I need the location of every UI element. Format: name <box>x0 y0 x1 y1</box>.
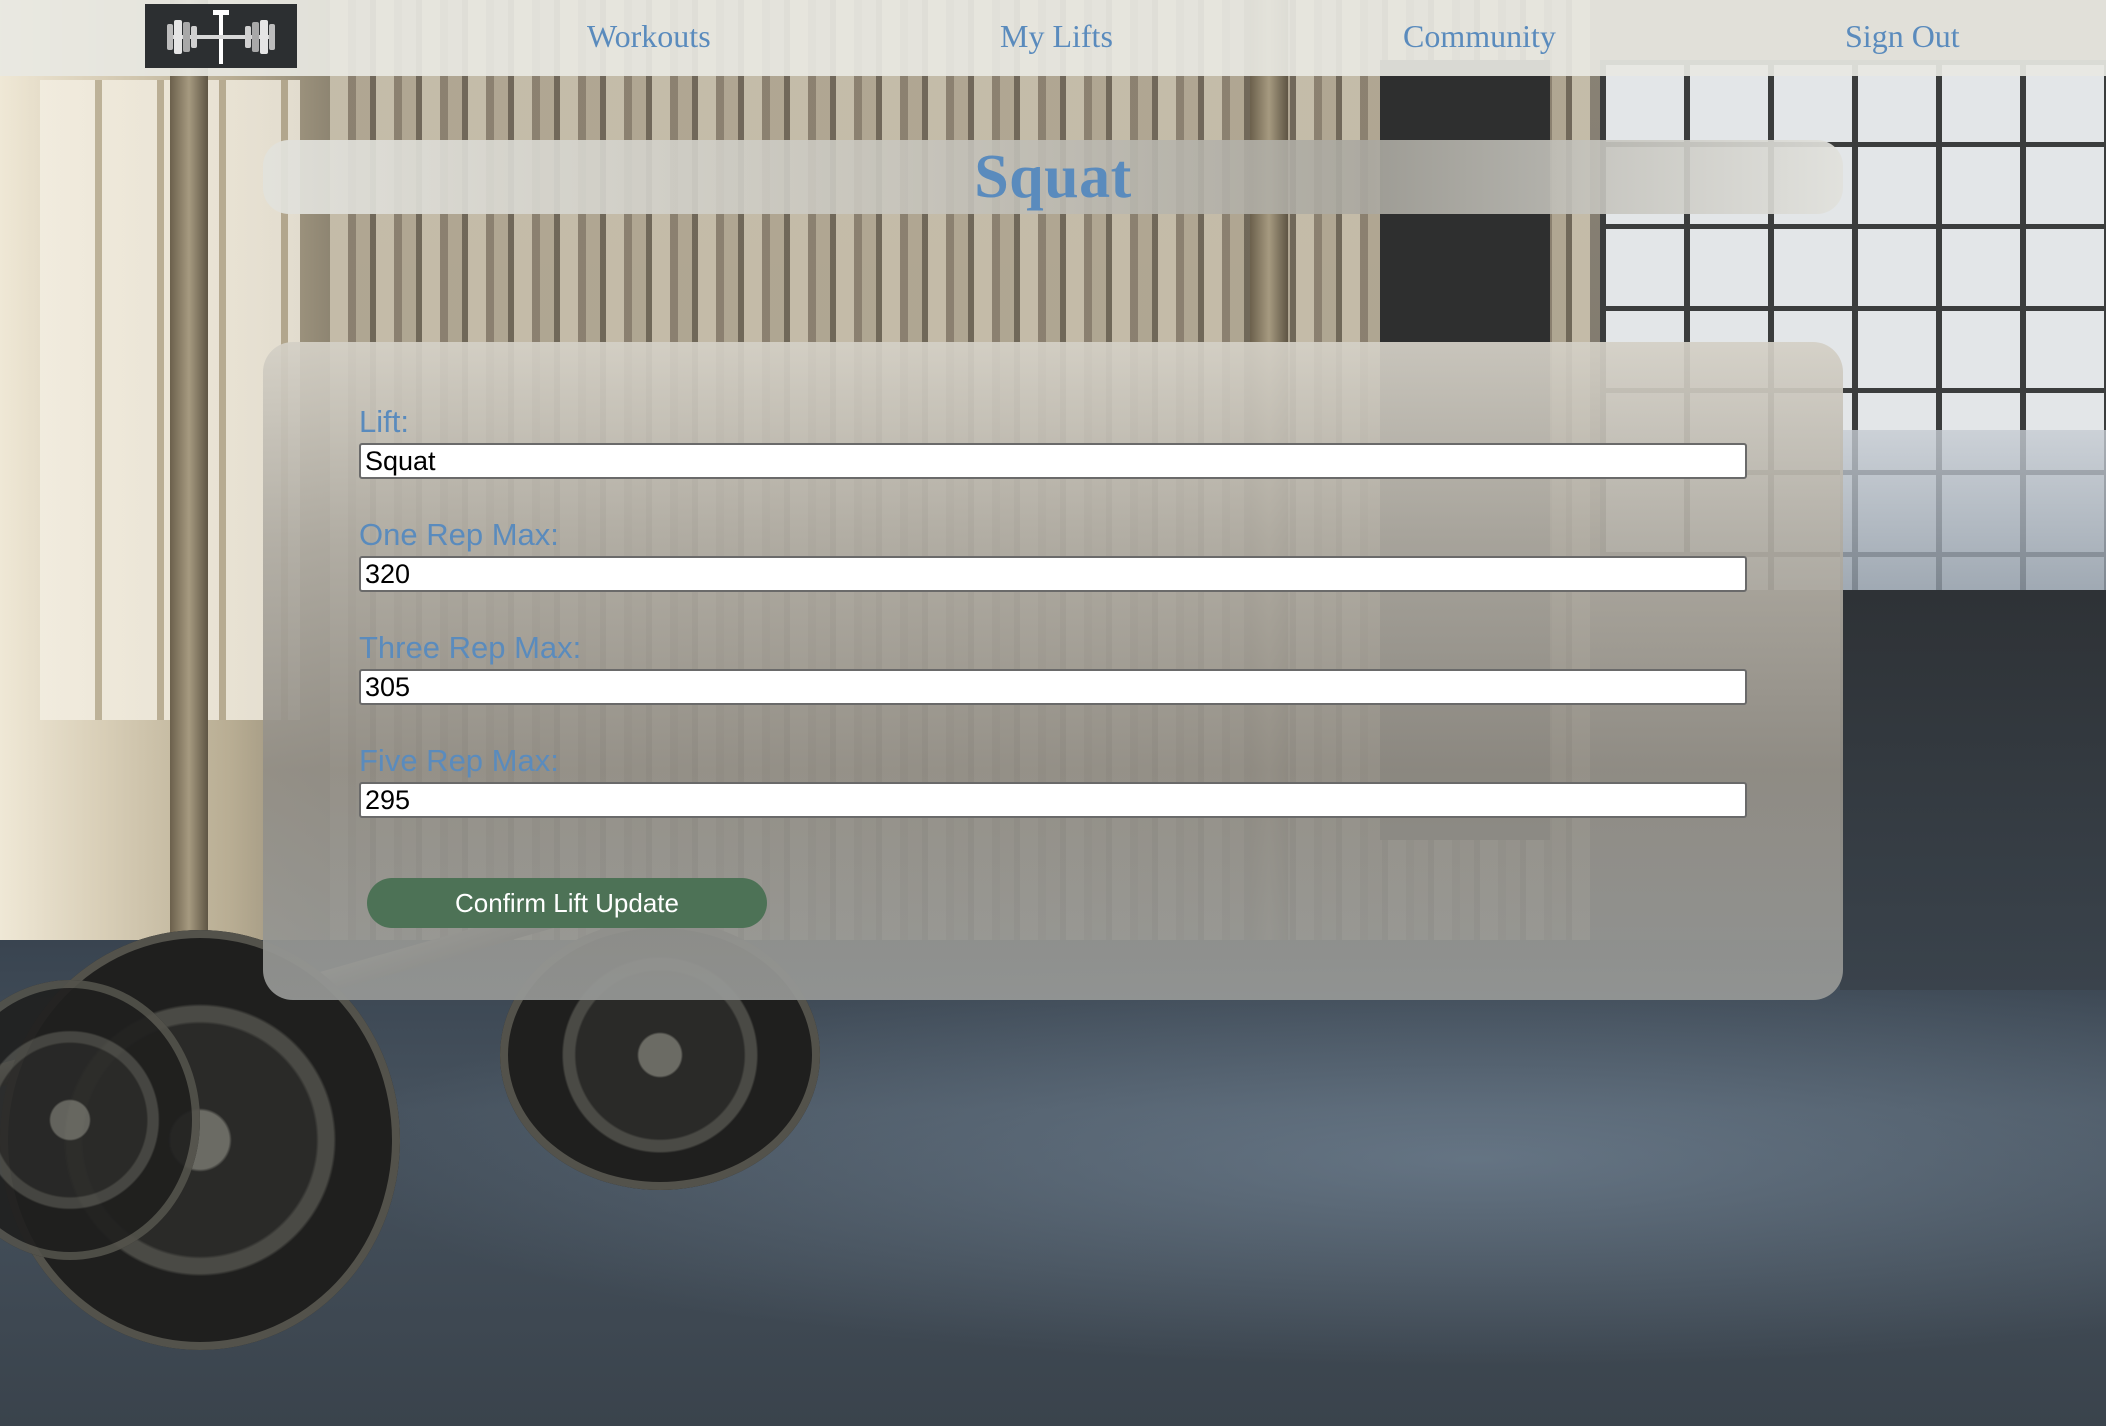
background-pillar <box>170 0 208 1000</box>
background-window-lower <box>1840 430 2106 590</box>
lift-update-form: Lift: One Rep Max: Three Rep Max: Five R… <box>263 342 1843 1000</box>
confirm-lift-update-button[interactable]: Confirm Lift Update <box>367 878 767 928</box>
top-nav-bar: Workouts My Lifts Community Sign Out <box>0 0 2106 76</box>
nav-link-community[interactable]: Community <box>1403 18 1556 55</box>
three-rep-max-input[interactable] <box>359 669 1747 705</box>
lift-name-label: Lift: <box>359 404 409 439</box>
site-logo[interactable] <box>145 4 297 68</box>
lift-name-input[interactable] <box>359 443 1747 479</box>
barbell-icon <box>167 10 275 64</box>
nav-link-sign-out[interactable]: Sign Out <box>1845 18 1960 55</box>
five-rep-max-input[interactable] <box>359 782 1747 818</box>
one-rep-max-label: One Rep Max: <box>359 517 559 552</box>
three-rep-max-label: Three Rep Max: <box>359 630 582 665</box>
page-title: Squat <box>974 142 1132 211</box>
one-rep-max-input[interactable] <box>359 556 1747 592</box>
five-rep-max-label: Five Rep Max: <box>359 743 559 778</box>
nav-link-workouts[interactable]: Workouts <box>587 18 711 55</box>
page-title-bar: Squat <box>263 140 1843 214</box>
background-floor-shadow <box>1840 590 2106 990</box>
nav-link-my-lifts[interactable]: My Lifts <box>1000 18 1113 55</box>
